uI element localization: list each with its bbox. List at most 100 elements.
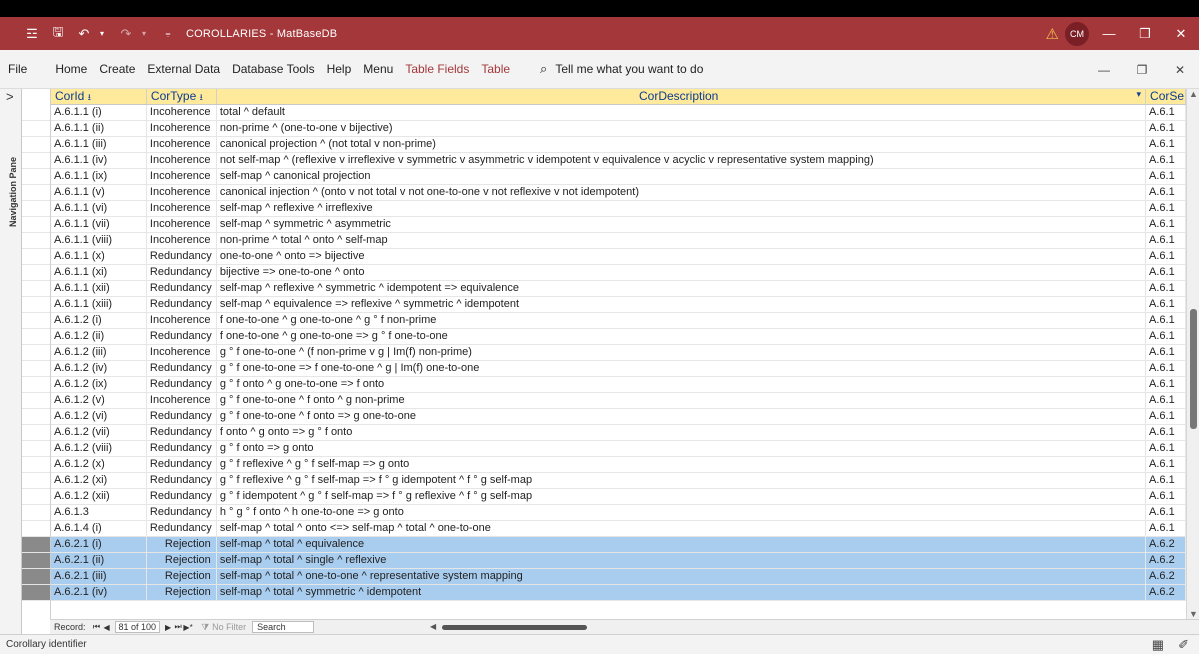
menu-external-data[interactable]: External Data: [147, 62, 220, 76]
record-selector[interactable]: [22, 169, 50, 185]
cell-corid[interactable]: A.6.1.2 (xii): [51, 489, 147, 504]
table-row[interactable]: A.6.1.2 (xii) Redundancy g ° f idempotent …: [51, 489, 1186, 505]
table-row[interactable]: A.6.1.2 (i) Incoherence f one-to-one ^ g o…: [51, 313, 1186, 329]
table-row[interactable]: A.6.1.2 (ii) Redundancy f one-to-one ^ g o…: [51, 329, 1186, 345]
record-selector[interactable]: [22, 377, 50, 393]
cell-corse[interactable]: A.6.1: [1146, 105, 1186, 120]
table-row[interactable]: A.6.1.2 (v) Incoherence g ° f one-to-one ^…: [51, 393, 1186, 409]
cell-corid[interactable]: A.6.2.1 (iv): [51, 585, 147, 600]
cell-corse[interactable]: A.6.1: [1146, 521, 1186, 536]
cell-cordescription[interactable]: g ° f one-to-one ^ f onto ^ g non-prime: [217, 393, 1147, 408]
cell-corid[interactable]: A.6.1.1 (iii): [51, 137, 147, 152]
redo-icon[interactable]: ↷: [118, 26, 134, 42]
table-row[interactable]: A.6.1.1 (v) Incoherence canonical injectio…: [51, 185, 1186, 201]
table-row[interactable]: A.6.1.2 (iv) Redundancy g ° f one-to-one =…: [51, 361, 1186, 377]
cell-cortype[interactable]: Incoherence: [147, 345, 217, 360]
vertical-scroll-thumb[interactable]: [1190, 309, 1197, 429]
menu-home[interactable]: Home: [55, 62, 87, 76]
cell-cordescription[interactable]: self-map ^ equivalence => reflexive ^ sy…: [217, 297, 1147, 312]
cell-cortype[interactable]: Redundancy: [147, 457, 217, 472]
table-row[interactable]: A.6.1.2 (xi) Redundancy g ° f reflexive ^ …: [51, 473, 1186, 489]
cell-corid[interactable]: A.6.1.4 (i): [51, 521, 147, 536]
cell-corid[interactable]: A.6.1.1 (xii): [51, 281, 147, 296]
table-row[interactable]: A.6.1.1 (viii) Incoherence non-prime ^ tot…: [51, 233, 1186, 249]
menu-database-tools[interactable]: Database Tools: [232, 62, 315, 76]
cell-cordescription[interactable]: bijective => one-to-one ^ onto: [217, 265, 1147, 280]
cell-corid[interactable]: A.6.1.2 (v): [51, 393, 147, 408]
column-header-corid[interactable]: CorId ⭳: [51, 89, 147, 104]
scroll-down-icon[interactable]: ▼: [1189, 609, 1198, 619]
cell-corid[interactable]: A.6.1.1 (viii): [51, 233, 147, 248]
table-row[interactable]: A.6.1.2 (iii) Incoherence g ° f one-to-one…: [51, 345, 1186, 361]
record-selector[interactable]: [22, 521, 50, 537]
cell-cordescription[interactable]: g ° f one-to-one => f one-to-one ^ g | I…: [217, 361, 1147, 376]
record-selector[interactable]: [22, 281, 50, 297]
cell-corse[interactable]: A.6.1: [1146, 425, 1186, 440]
cell-corse[interactable]: A.6.1: [1146, 265, 1186, 280]
cell-corse[interactable]: A.6.1: [1146, 121, 1186, 136]
column-header-cortype[interactable]: CorType ⭳: [147, 89, 217, 104]
tell-me-box[interactable]: ⌕ Tell me what you want to do: [540, 61, 703, 77]
cell-corid[interactable]: A.6.1.1 (v): [51, 185, 147, 200]
table-row[interactable]: A.6.1.1 (xiii) Redundancy self-map ^ equiv…: [51, 297, 1186, 313]
cell-corid[interactable]: A.6.1.1 (xiii): [51, 297, 147, 312]
cell-cordescription[interactable]: g ° f onto => g onto: [217, 441, 1147, 456]
cell-corid[interactable]: A.6.1.3: [51, 505, 147, 520]
record-selector[interactable]: [22, 153, 50, 169]
customize-toolbar-icon[interactable]: ⩦: [160, 26, 176, 42]
menu-create[interactable]: Create: [99, 62, 135, 76]
cell-cortype[interactable]: Redundancy: [147, 425, 217, 440]
record-selector[interactable]: [22, 361, 50, 377]
previous-record-icon[interactable]: ◀: [102, 623, 112, 632]
cell-cortype[interactable]: Redundancy: [147, 329, 217, 344]
record-selector[interactable]: [22, 505, 50, 521]
first-record-icon[interactable]: ⏮: [92, 622, 102, 632]
cell-corid[interactable]: A.6.1.2 (vi): [51, 409, 147, 424]
record-selector[interactable]: [22, 313, 50, 329]
record-selector[interactable]: [22, 297, 50, 313]
cell-cortype[interactable]: Incoherence: [147, 169, 217, 184]
table-row[interactable]: A.6.1.1 (x) Redundancy one-to-one ^ onto =…: [51, 249, 1186, 265]
cell-cortype[interactable]: Incoherence: [147, 153, 217, 168]
cell-corse[interactable]: A.6.1: [1146, 393, 1186, 408]
record-selector[interactable]: [22, 585, 50, 601]
table-row[interactable]: A.6.1.1 (ii) Incoherence non-prime ^ (one-…: [51, 121, 1186, 137]
cell-cortype[interactable]: Incoherence: [147, 233, 217, 248]
table-row[interactable]: A.6.1.1 (iv) Incoherence not self-map ^ (r…: [51, 153, 1186, 169]
cell-cordescription[interactable]: self-map ^ total ^ one-to-one ^ represen…: [217, 569, 1147, 584]
cell-cordescription[interactable]: self-map ^ total ^ onto <=> self-map ^ t…: [217, 521, 1147, 536]
record-selector[interactable]: [22, 553, 50, 569]
cell-corse[interactable]: A.6.1: [1146, 457, 1186, 472]
cell-corid[interactable]: A.6.1.1 (vi): [51, 201, 147, 216]
avatar[interactable]: CM: [1065, 22, 1089, 46]
cell-cortype[interactable]: Redundancy: [147, 441, 217, 456]
scroll-up-icon[interactable]: ▲: [1189, 89, 1198, 99]
cell-corid[interactable]: A.6.1.2 (xi): [51, 473, 147, 488]
cell-corid[interactable]: A.6.1.2 (x): [51, 457, 147, 472]
cell-cortype[interactable]: Rejection: [147, 553, 217, 568]
cell-corid[interactable]: A.6.1.1 (x): [51, 249, 147, 264]
cell-cortype[interactable]: Incoherence: [147, 121, 217, 136]
access-app-icon[interactable]: ☲: [24, 26, 40, 42]
record-selector[interactable]: [22, 441, 50, 457]
menu-file[interactable]: File: [8, 62, 27, 76]
cell-cordescription[interactable]: g ° f onto ^ g one-to-one => f onto: [217, 377, 1147, 392]
cell-corse[interactable]: A.6.2: [1146, 585, 1186, 600]
cell-corse[interactable]: A.6.1: [1146, 281, 1186, 296]
navigation-pane[interactable]: > Navigation Pane: [0, 89, 22, 634]
table-row[interactable]: A.6.2.1 (iv) Rejection self-map ^ total ^ …: [51, 585, 1186, 601]
current-record-field[interactable]: 81 of 100: [114, 621, 161, 633]
table-row[interactable]: A.6.1.1 (vi) Incoherence self-map ^ reflex…: [51, 201, 1186, 217]
cell-cortype[interactable]: Incoherence: [147, 313, 217, 328]
cell-corse[interactable]: A.6.1: [1146, 233, 1186, 248]
save-icon[interactable]: 🖫: [50, 24, 66, 42]
table-row[interactable]: A.6.1.1 (vii) Incoherence self-map ^ symme…: [51, 217, 1186, 233]
cell-corse[interactable]: A.6.1: [1146, 377, 1186, 392]
scroll-left-icon[interactable]: ◀: [430, 622, 436, 631]
cell-corid[interactable]: A.6.1.1 (vii): [51, 217, 147, 232]
record-selector[interactable]: [22, 137, 50, 153]
cell-cordescription[interactable]: self-map ^ total ^ symmetric ^ idempoten…: [217, 585, 1147, 600]
cell-corid[interactable]: A.6.1.1 (ix): [51, 169, 147, 184]
cell-corid[interactable]: A.6.1.2 (i): [51, 313, 147, 328]
datasheet-view-icon[interactable]: ▦: [1152, 637, 1164, 653]
